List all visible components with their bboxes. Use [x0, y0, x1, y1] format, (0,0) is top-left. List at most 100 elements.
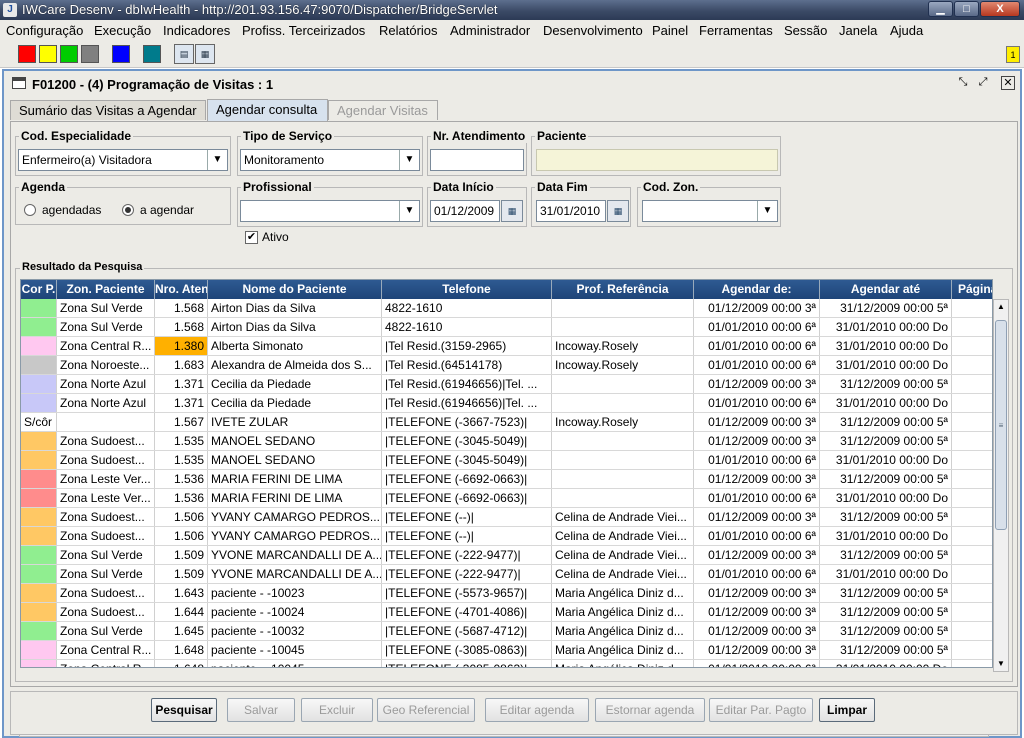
menu-execucao[interactable]: Execução — [94, 23, 151, 38]
profissional-combo[interactable]: ▼ — [240, 200, 420, 222]
editar-par-pagto-button[interactable]: Editar Par. Pagto — [709, 698, 813, 722]
color-teal-button[interactable] — [143, 45, 161, 63]
table-row[interactable]: Zona Sudoest... 1.535 MANOEL SEDANO |TELEFO… — [21, 451, 992, 470]
menu-ajuda[interactable]: Ajuda — [890, 23, 923, 38]
window-list-icon[interactable]: ▦ — [195, 44, 215, 64]
pesquisar-button[interactable]: Pesquisar — [151, 698, 217, 722]
excluir-button[interactable]: Excluir — [301, 698, 373, 722]
table-row[interactable]: Zona Central R...1.648paciente - -10045|… — [21, 641, 992, 660]
table-row[interactable]: Zona Sul Verde 1.568 Airton Dias da Silva 4… — [21, 318, 992, 337]
tab-sumario-visitas[interactable]: Sumário das Visitas a Agendar — [10, 100, 206, 120]
tab-agendar-visitas[interactable]: Agendar Visitas — [328, 100, 438, 120]
table-row[interactable]: Zona Sul Verde 1.645 paciente - -10032 |TEL… — [21, 622, 992, 641]
table-row[interactable]: Zona Central R...1.648paciente - -10045|… — [21, 660, 992, 667]
ativo-checkbox[interactable]: ✔ — [245, 231, 258, 244]
table-row[interactable]: Zona Sudoest... 1.506 YVANY CAMARGO PEDROS… — [21, 527, 992, 546]
col-prof-referencia[interactable]: Prof. Referência — [552, 280, 694, 299]
menu-sessao[interactable]: Sessão — [784, 23, 827, 38]
close-frame-icon[interactable]: ✕ — [1001, 76, 1015, 90]
internal-frame-title-bar[interactable]: F01200 - (4) Programação de Visitas : 1 … — [4, 71, 1020, 97]
color-yellow-button[interactable] — [39, 45, 57, 63]
chevron-down-icon[interactable]: ▼ — [399, 150, 419, 170]
shrink-icon[interactable]: ⤡ — [956, 76, 970, 90]
col-zon-paciente[interactable]: Zon. Paciente — [57, 280, 155, 299]
table-row[interactable]: Zona Leste Ver... 1.536 MARIA FERINI DE LI… — [21, 470, 992, 489]
table-row[interactable]: Zona Norte Azul 1.371 Cecilia da Piedade |T… — [21, 375, 992, 394]
geo-referencial-button[interactable]: Geo Referencial — [377, 698, 475, 722]
salvar-button[interactable]: Salvar — [227, 698, 295, 722]
menu-indicadores[interactable]: Indicadores — [163, 23, 230, 38]
table-row[interactable]: Zona Noroeste... 1.683 Alexandra de Almeid… — [21, 356, 992, 375]
tree-view-icon[interactable]: ▤ — [174, 44, 194, 64]
col-nro-aten[interactable]: Nro. Aten — [155, 280, 208, 299]
tab-panel-agendar-consulta: Cod. Especialidade Enfermeiro(a) Visitad… — [10, 121, 1018, 737]
results-table[interactable]: Cor P. Zon. Paciente Nro. Aten Nome do P… — [20, 279, 993, 668]
menu-configuracao[interactable]: Configuração — [6, 23, 83, 38]
table-row[interactable]: Zona Sudoest... 1.506 YVANY CAMARGO PEDROS… — [21, 508, 992, 527]
vertical-scrollbar[interactable]: ▲ ≡ ▼ — [993, 299, 1009, 672]
color-red-button[interactable] — [18, 45, 36, 63]
minimize-button[interactable]: ▁ — [928, 1, 953, 17]
cell-color-swatch — [21, 584, 57, 602]
cell-nro: 1.506 — [155, 508, 208, 526]
menu-painel[interactable]: Painel — [652, 23, 688, 38]
table-row[interactable]: Zona Sul Verde 1.509 YVONE MARCANDALLI DE … — [21, 546, 992, 565]
col-nome-paciente[interactable]: Nome do Paciente — [208, 280, 382, 299]
menu-janela[interactable]: Janela — [839, 23, 877, 38]
table-row[interactable]: Zona Sudoest... 1.535 MANOEL SEDANO |TELEFO… — [21, 432, 992, 451]
table-row[interactable]: Zona Sudoest... 1.644 paciente - -10024 |TE… — [21, 603, 992, 622]
menu-ferramentas[interactable]: Ferramentas — [699, 23, 773, 38]
cell-de: 01/01/2010 00:00 6ª — [694, 489, 820, 507]
window-title: IWCare Desenv - dbIwHealth - http://201.… — [22, 2, 498, 17]
estornar-agenda-button[interactable]: Estornar agenda — [595, 698, 705, 722]
col-agendar-de[interactable]: Agendar de: — [694, 280, 820, 299]
cell-ate: 31/01/2010 00:00 Do — [820, 318, 952, 336]
expand-icon[interactable]: ⤢ — [976, 76, 990, 90]
color-gray-button[interactable] — [81, 45, 99, 63]
col-cor[interactable]: Cor P. — [21, 280, 57, 299]
cell-nro: 1.568 — [155, 299, 208, 317]
table-row[interactable]: Zona Central R... 1.380 Alberta Simonato |T… — [21, 337, 992, 356]
menu-profiss-terceirizados[interactable]: Profiss. Terceirizados — [242, 23, 365, 38]
table-row[interactable]: Zona Leste Ver... 1.536 MARIA FERINI DE LI… — [21, 489, 992, 508]
scroll-up-icon[interactable]: ▲ — [995, 300, 1007, 314]
chevron-down-icon[interactable]: ▼ — [399, 201, 419, 221]
calendar-icon[interactable]: ▦ — [607, 200, 629, 222]
window-title-bar[interactable]: J IWCare Desenv - dbIwHealth - http://20… — [0, 0, 1024, 20]
color-blue-button[interactable] — [112, 45, 130, 63]
table-row[interactable]: Zona Norte Azul 1.371 Cecilia da Piedade |T… — [21, 394, 992, 413]
menu-desenvolvimento[interactable]: Desenvolvimento — [543, 23, 643, 38]
cod-zon-combo[interactable]: ▼ — [642, 200, 778, 222]
cod-especialidade-combo[interactable]: Enfermeiro(a) Visitadora ▼ — [18, 149, 228, 171]
scroll-down-icon[interactable]: ▼ — [995, 657, 1007, 671]
menu-administrador[interactable]: Administrador — [450, 23, 530, 38]
calendar-icon[interactable]: ▦ — [501, 200, 523, 222]
notification-badge[interactable]: 1 — [1006, 46, 1020, 63]
tipo-servico-combo[interactable]: Monitoramento ▼ — [240, 149, 420, 171]
paciente-field[interactable] — [536, 149, 778, 171]
editar-agenda-button[interactable]: Editar agenda — [485, 698, 589, 722]
limpar-button[interactable]: Limpar — [819, 698, 875, 722]
col-agendar-ate[interactable]: Agendar até — [820, 280, 952, 299]
scroll-thumb[interactable]: ≡ — [995, 320, 1007, 530]
chevron-down-icon[interactable]: ▼ — [207, 150, 227, 170]
maximize-button[interactable]: □ — [954, 1, 979, 17]
close-button[interactable]: X — [980, 1, 1020, 17]
cell-color-swatch — [21, 508, 57, 526]
nr-atendimento-field[interactable] — [430, 149, 524, 171]
radio-a-agendar[interactable] — [122, 204, 134, 216]
radio-agendadas[interactable] — [24, 204, 36, 216]
table-row[interactable]: Zona Sudoest... 1.643 paciente - -10023 |TE… — [21, 584, 992, 603]
table-row[interactable]: Zona Sul Verde 1.509 YVONE MARCANDALLI DE … — [21, 565, 992, 584]
data-inicio-field[interactable]: 01/12/2009 — [430, 200, 500, 222]
table-row[interactable]: Zona Sul Verde 1.568 Airton Dias da Silva 4… — [21, 299, 992, 318]
data-fim-field[interactable]: 31/01/2010 — [536, 200, 606, 222]
menu-relatorios[interactable]: Relatórios — [379, 23, 438, 38]
tab-agendar-consulta[interactable]: Agendar consulta — [207, 99, 328, 121]
col-pagina[interactable]: Página — [952, 280, 992, 299]
col-telefone[interactable]: Telefone — [382, 280, 552, 299]
color-green-button[interactable] — [60, 45, 78, 63]
chevron-down-icon[interactable]: ▼ — [757, 201, 777, 221]
table-row[interactable]: S/côr 1.567 IVETE ZULAR |TELEFONE (-3667-75… — [21, 413, 992, 432]
label-tipo-servico: Tipo de Serviço — [241, 129, 335, 143]
